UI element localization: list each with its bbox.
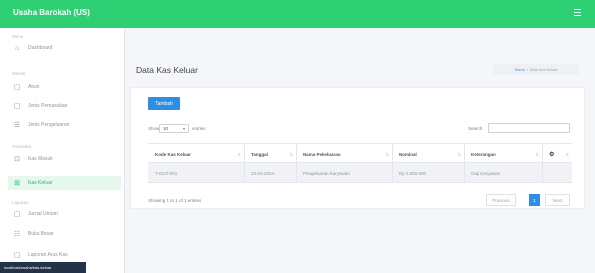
page-title: Data Kas Keluar — [136, 65, 198, 75]
cell-actions — [542, 163, 572, 183]
sidebar-item-kas-keluar[interactable]: ⊞ Kas Keluar — [8, 176, 121, 190]
sidebar-item-dashboard[interactable]: ⌂ Dashboard — [8, 41, 121, 55]
sidebar-item-buku-besar[interactable]: ☷ Buku Besar — [8, 227, 121, 241]
sidebar-item-label: Akun — [28, 84, 40, 90]
grid-icon: ⊞ — [14, 180, 20, 187]
column-header-nominal[interactable]: Nominal ⇅ — [392, 144, 464, 164]
cell-keterangan: Gaji Karyawan — [471, 170, 501, 176]
file-icon: ▢ — [13, 103, 21, 110]
column-divider — [296, 143, 297, 183]
column-divider — [392, 143, 393, 183]
sort-icon: ⇅ — [535, 151, 539, 157]
column-header-keterangan[interactable]: Keterangan ⇅ — [464, 144, 542, 164]
sidebar-item-label: Jenis Pemasukan — [28, 103, 68, 109]
sidebar-item-label: Jurnal Umum — [28, 211, 58, 217]
table-row: T-OUT-001 23-01-2024 Pengeluaran Karyawa… — [148, 163, 572, 183]
gear-icon: ⚙ — [549, 151, 555, 158]
sidebar-item-jenis-pengeluaran[interactable]: ☰ Jenis Pengeluaran — [8, 118, 121, 132]
breadcrumb-current: Data Kas Keluar — [529, 67, 558, 72]
search-label: Search: — [468, 126, 484, 131]
sidebar-item-jurnal-umum[interactable]: ▢ Jurnal Umum — [8, 207, 121, 221]
search-input[interactable] — [488, 123, 570, 133]
table-header-row: Kode Kas Keluar ⇅ Tanggal ⇅ Nama Pekeluara… — [148, 143, 572, 163]
sort-icon: ⇅ — [237, 151, 241, 157]
home-icon: ⌂ — [14, 44, 20, 52]
list-icon: ☰ — [13, 122, 21, 129]
column-header-kode[interactable]: Kode Kas Keluar ⇅ — [148, 144, 244, 164]
cell-tanggal: 23-01-2024 — [251, 170, 275, 176]
sidebar-section-master: Master — [12, 71, 26, 76]
sidebar-section-laporan: Laporan — [12, 200, 29, 205]
show-label: Show — [148, 126, 160, 131]
sort-icon: ⇅ — [289, 151, 293, 157]
file-icon: ▢ — [13, 211, 21, 218]
sidebar-item-label: Dashboard — [28, 45, 53, 51]
next-page-button[interactable]: Next — [545, 194, 570, 206]
status-url-tooltip: localhost/usaha/kas-keluar — [0, 262, 86, 273]
inbox-icon: ⊡ — [14, 156, 20, 163]
column-header-tanggal[interactable]: Tanggal ⇅ — [244, 144, 296, 164]
sidebar-item-label: Kas Masuk — [28, 156, 53, 162]
hamburger-menu-icon[interactable] — [573, 8, 583, 18]
breadcrumb-separator: / — [526, 67, 528, 72]
sidebar-item-label: Jenis Pengeluaran — [28, 122, 70, 128]
sort-icon: ⇅ — [457, 151, 461, 157]
file-icon: ▢ — [13, 84, 21, 91]
sidebar-item-label: Laporan Arus Kas — [28, 252, 68, 258]
entries-length-select[interactable]: 10 ▾ — [159, 124, 189, 133]
sidebar-item-label: Kas Keluar — [28, 180, 53, 186]
entries-length-value: 10 — [163, 126, 169, 131]
sidebar-item-jenis-pemasukan[interactable]: ▢ Jenis Pemasukan — [8, 99, 121, 113]
cell-kode: T-OUT-001 — [155, 170, 178, 176]
sidebar-section-menu: Menu — [12, 34, 24, 39]
breadcrumb: Home / Data Kas Keluar — [493, 64, 579, 75]
add-button[interactable]: Tambah — [148, 97, 180, 110]
cell-nominal: Rp 3.000.000 — [399, 170, 427, 176]
cell-nama: Pengeluaran Karyawan — [303, 170, 350, 176]
breadcrumb-home-link[interactable]: Home — [515, 68, 525, 72]
sidebar-section-transaksi: Transaksi — [12, 144, 32, 149]
sidebar-item-label: Buku Besar — [28, 231, 54, 237]
chevron-down-icon: ▾ — [182, 126, 185, 131]
sidebar-item-laporan-arus-kas[interactable]: ▢ Laporan Arus Kas — [8, 248, 121, 262]
file-icon: ▢ — [13, 252, 21, 259]
page-1-button[interactable]: 1 — [529, 194, 540, 206]
column-divider — [542, 143, 543, 183]
column-divider — [244, 143, 245, 183]
sort-icon: ⇅ — [565, 151, 569, 157]
table-info: Showing 1 to 1 of 1 entries — [148, 198, 202, 203]
app-title[interactable]: Usaha Barokah (US) — [13, 8, 90, 17]
column-divider — [464, 143, 465, 183]
sidebar-item-akun[interactable]: ▢ Akun — [8, 80, 121, 94]
sidebar-item-kas-masuk[interactable]: ⊡ Kas Masuk — [8, 152, 121, 166]
book-icon: ☷ — [13, 231, 21, 238]
entries-label: entries — [192, 126, 206, 131]
column-header-actions[interactable]: ⚙ ⇅ — [542, 144, 572, 164]
sort-icon: ⇅ — [385, 151, 389, 157]
top-navbar: Usaha Barokah (US) — [0, 0, 595, 28]
column-header-nama[interactable]: Nama Pekeluaran ⇅ — [296, 144, 392, 164]
previous-page-button[interactable]: Previous — [486, 194, 516, 206]
